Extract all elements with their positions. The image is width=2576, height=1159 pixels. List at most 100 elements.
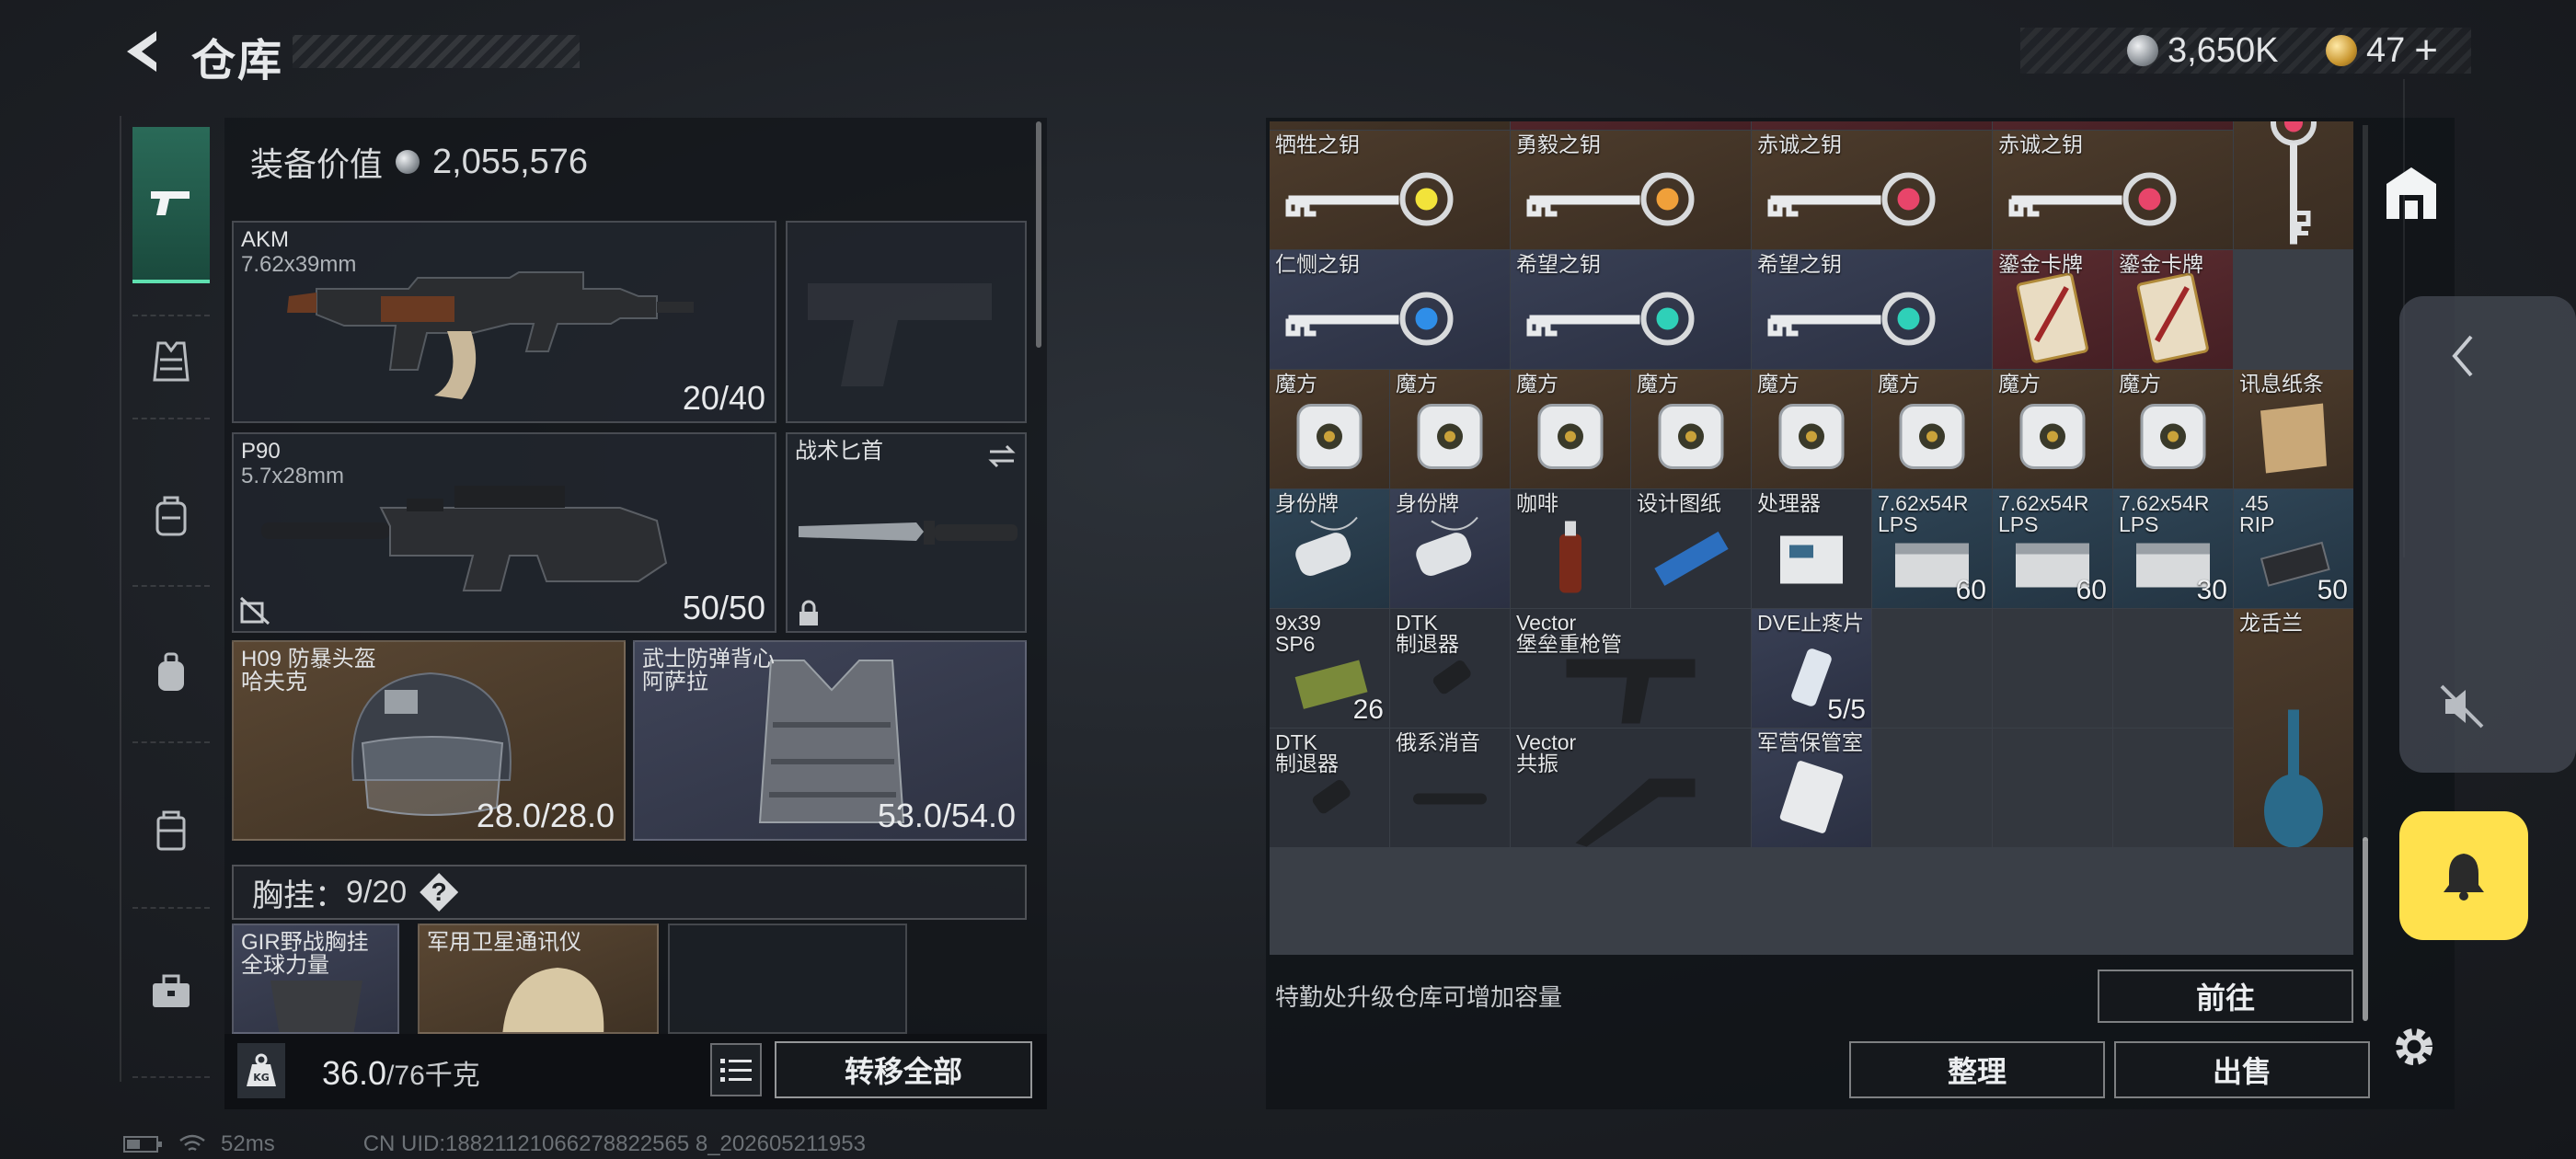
storage-item[interactable]: 设计图纸 (1631, 489, 1751, 608)
melee-slot[interactable]: 战术匕首 (786, 432, 1027, 633)
nav-weapons[interactable] (132, 127, 210, 283)
storage-item[interactable]: 处理器 (1752, 489, 1871, 608)
storage-item[interactable]: 赤诚之钥 (1752, 131, 1992, 249)
storage-item[interactable]: 鎏金卡牌 (2113, 250, 2233, 369)
weapon-name: AKM (241, 227, 290, 252)
storage-empty-cell[interactable] (1993, 609, 2112, 728)
item-quantity: 60 (1955, 575, 1986, 605)
storage-item[interactable]: 7.62x54R LPS 60 (1993, 489, 2112, 608)
silver-currency[interactable]: 3,650K (2127, 28, 2278, 74)
rig-slot[interactable]: GIR野战胸挂 全球力量 (232, 924, 399, 1034)
rig-empty-slot[interactable] (668, 924, 907, 1034)
storage-cell[interactable] (1511, 121, 1751, 130)
equipment-scrollbar[interactable] (1036, 121, 1041, 348)
settings-button[interactable] (2388, 1021, 2440, 1073)
storage-item[interactable]: 赤诚之钥 (2234, 121, 2353, 249)
storage-empty-cell[interactable] (2113, 729, 2233, 847)
storage-item[interactable]: 魔方 (1390, 370, 1510, 488)
storage-item[interactable]: 身份牌 (1390, 489, 1510, 608)
storage-item[interactable]: .45 RIP 50 (2234, 489, 2353, 608)
gold-currency[interactable]: 47 + (2326, 28, 2438, 74)
storage-empty-cell[interactable] (1993, 729, 2112, 847)
storage-cell[interactable] (1752, 121, 1992, 130)
notification-button[interactable] (2399, 811, 2528, 940)
nav-separator (132, 418, 210, 419)
nav-armor[interactable] (132, 320, 210, 403)
chevron-left-icon[interactable] (2449, 333, 2477, 379)
item-name: 希望之钥 (1757, 252, 1842, 276)
storage-item[interactable]: 身份牌 (1270, 489, 1389, 608)
mute-icon[interactable] (2438, 683, 2486, 730)
storage-item[interactable]: 俄系消音 (1390, 729, 1510, 847)
item-quantity: 30 (2196, 575, 2227, 605)
storage-cell[interactable]: 金玫瑰 (1270, 121, 1510, 130)
storage-item[interactable]: DVE止疼片 5/5 (1752, 609, 1871, 728)
help-icon[interactable]: ? (420, 873, 459, 912)
title-decoration (293, 35, 580, 68)
storage-item[interactable]: 魔方 (1270, 370, 1389, 488)
storage-item[interactable]: 魔方 (1631, 370, 1751, 488)
secondary-weapon-slot[interactable]: P90 5.7x28mm 50/50 (232, 432, 776, 633)
storage-item[interactable]: DTK 制退器 (1390, 609, 1510, 728)
helmet-name-line1: H09 防暴头盔 (241, 647, 376, 671)
back-button[interactable] (120, 28, 164, 75)
upgrade-hint: 特勤处升级仓库可增加容量 (1275, 983, 1563, 1011)
rig-used: 9 (346, 874, 363, 910)
item-name: 魔方 (1757, 372, 1800, 396)
storage-item[interactable]: DTK 制退器 (1270, 729, 1389, 847)
storage-empty-cell[interactable] (1872, 729, 1992, 847)
storage-item[interactable]: 9x39 SP6 26 (1270, 609, 1389, 728)
pistol-slot[interactable] (786, 221, 1027, 423)
storage-item[interactable]: 魔方 (1872, 370, 1992, 488)
storage-grid[interactable]: 金玫瑰 牺牲之钥 勇毅之钥 赤诚之钥 赤诚之钥 赤诚之钥 (1270, 121, 2353, 955)
wifi-icon (179, 1134, 205, 1152)
storage-item[interactable]: 希望之钥 (1752, 250, 1992, 369)
storage-item[interactable]: Vector 共振 (1511, 729, 1751, 847)
nav-bags[interactable] (132, 475, 210, 557)
storage-item[interactable]: 勇毅之钥 (1511, 131, 1751, 249)
storage-item[interactable]: 讯息纸条 (2234, 370, 2353, 488)
nav-containers[interactable] (132, 631, 210, 714)
pistol-placeholder-icon (808, 283, 992, 386)
storage-item[interactable]: 军营保管室 (1752, 729, 1871, 847)
storage-empty-cell[interactable] (1872, 609, 1992, 728)
transfer-all-button[interactable]: 转移全部 (775, 1041, 1032, 1098)
storage-item[interactable]: 龙舌兰 (2234, 609, 2353, 847)
armor-slot[interactable]: 武士防弹背心 阿萨拉 53.0/54.0 (633, 640, 1027, 841)
sort-button[interactable]: 整理 (1849, 1041, 2105, 1098)
storage-item[interactable]: 希望之钥 (1511, 250, 1751, 369)
nav-separator (132, 1076, 210, 1078)
primary-weapon-slot[interactable]: AKM 7.62x39mm 20/40 (232, 221, 776, 423)
storage-item[interactable]: Vector 堡垒重枪管 (1511, 609, 1751, 728)
item-name: 希望之钥 (1516, 252, 1601, 276)
sell-button[interactable]: 出售 (2114, 1041, 2370, 1098)
storage-item[interactable]: 魔方 (1511, 370, 1630, 488)
storage-item[interactable]: 魔方 (1993, 370, 2112, 488)
nav-misc[interactable] (132, 949, 210, 1032)
warehouse-tab[interactable] (2381, 164, 2442, 223)
goto-button[interactable]: 前往 (2098, 970, 2353, 1023)
storage-item[interactable]: 牺牲之钥 (1270, 131, 1510, 249)
helmet-slot[interactable]: H09 防暴头盔 哈夫克 28.0/28.0 (232, 640, 626, 841)
storage-item[interactable]: 鎏金卡牌 (1993, 250, 2112, 369)
gold-amount: 47 (2366, 30, 2406, 70)
storage-scrollbar[interactable] (2363, 837, 2368, 1021)
rig-item-slot[interactable]: 军用卫星通讯仪 (418, 924, 659, 1034)
weapon-caliber: 7.62x39mm (241, 252, 357, 277)
storage-empty-cell[interactable] (2113, 609, 2233, 728)
item-quantity: 26 (1352, 694, 1384, 725)
storage-item[interactable]: 咖啡 (1511, 489, 1630, 608)
weight-display: 36.0/76千克 (322, 1052, 480, 1093)
storage-item[interactable]: 魔方 (1752, 370, 1871, 488)
list-view-button[interactable] (710, 1043, 762, 1096)
case-icon (156, 810, 186, 851)
storage-item[interactable]: 7.62x54R LPS 30 (2113, 489, 2233, 608)
storage-item[interactable]: 仁恻之钥 (1270, 250, 1510, 369)
storage-item[interactable]: 7.62x54R LPS 60 (1872, 489, 1992, 608)
storage-cell[interactable] (1993, 121, 2233, 130)
gold-add-icon[interactable]: + (2414, 28, 2438, 74)
gold-coin-icon (2326, 35, 2357, 66)
storage-item[interactable]: 赤诚之钥 (1993, 131, 2233, 249)
storage-item[interactable]: 魔方 (2113, 370, 2233, 488)
nav-medical[interactable] (132, 789, 210, 872)
